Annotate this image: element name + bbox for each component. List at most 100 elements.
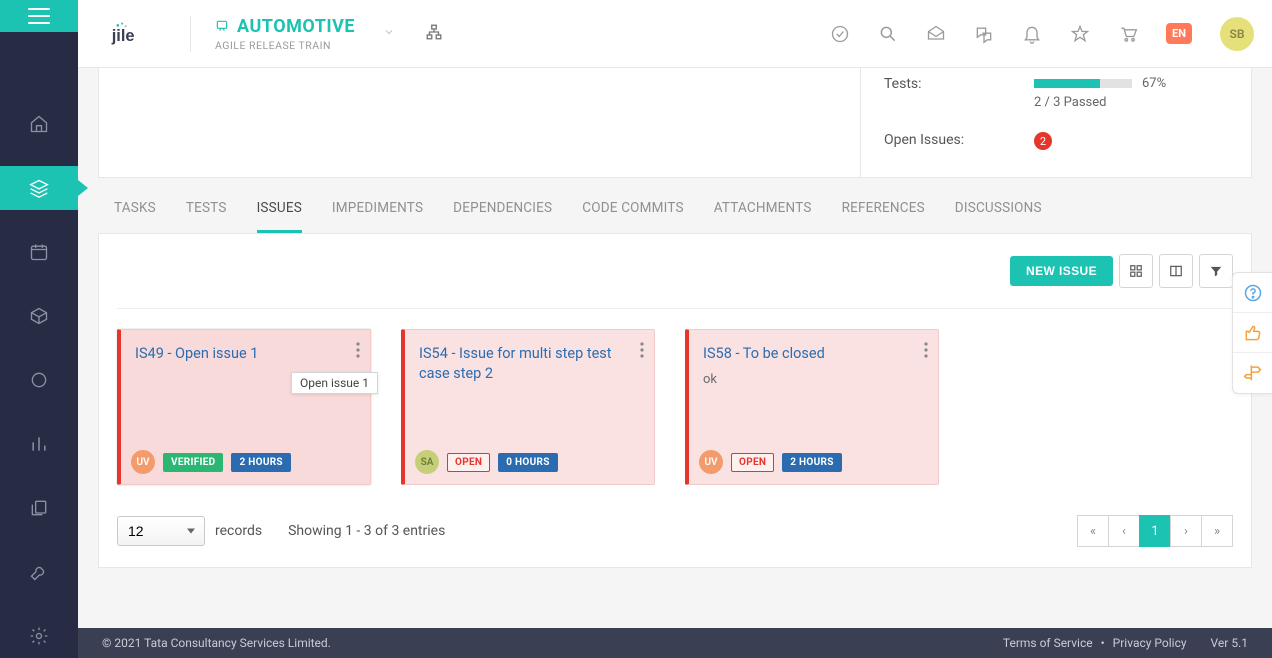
language-switch[interactable]: EN: [1166, 23, 1192, 44]
tab-issues[interactable]: ISSUES: [257, 188, 302, 233]
page-last[interactable]: »: [1201, 515, 1233, 547]
view-columns-button[interactable]: [1159, 254, 1193, 288]
hierarchy-button[interactable]: [425, 23, 443, 45]
main-area: Tests: 67% 2 / 3 Passed Open Issues: 2 T…: [78, 68, 1272, 628]
top-header: jile AUTOMOTIVE AGILE RELEASE TRAIN EN S…: [78, 0, 1272, 68]
open-issues-count: 2: [1034, 132, 1052, 150]
issue-title[interactable]: IS58 - To be closed: [703, 344, 924, 364]
page-first[interactable]: «: [1077, 515, 1109, 547]
help-icon: [1243, 283, 1263, 303]
nav-tools[interactable]: [0, 550, 78, 594]
help-button[interactable]: [1233, 273, 1272, 313]
tab-tasks[interactable]: TASKS: [114, 188, 156, 233]
check-circle-icon: [830, 24, 850, 44]
summary-panel: Tests: 67% 2 / 3 Passed Open Issues: 2: [98, 68, 1252, 178]
layers-icon: [29, 178, 49, 198]
issue-card[interactable]: IS54 - Issue for multi step test case st…: [401, 329, 655, 485]
notifications-button[interactable]: [1022, 24, 1042, 44]
tests-label: Tests:: [884, 76, 1034, 92]
chat-button[interactable]: [974, 24, 994, 44]
page-next[interactable]: ›: [1170, 515, 1202, 547]
nav-analytics[interactable]: [0, 422, 78, 466]
nav-home[interactable]: [0, 102, 78, 146]
floating-actions: [1232, 272, 1272, 394]
grid-icon: [1129, 264, 1143, 278]
assignee-avatar: UV: [131, 450, 155, 474]
card-menu-button[interactable]: [924, 342, 928, 362]
terms-link[interactable]: Terms of Service: [1003, 636, 1093, 650]
tab-dependencies[interactable]: DEPENDENCIES: [453, 188, 552, 233]
tab-attachments[interactable]: ATTACHMENTS: [714, 188, 812, 233]
app-logo[interactable]: jile: [110, 14, 162, 54]
approve-button[interactable]: [830, 24, 850, 44]
like-button[interactable]: [1233, 313, 1272, 353]
home-icon: [29, 114, 49, 134]
tour-button[interactable]: [1233, 353, 1272, 393]
search-button[interactable]: [878, 24, 898, 44]
train-icon: [215, 19, 229, 33]
filter-button[interactable]: [1199, 254, 1233, 288]
filter-icon: [1209, 264, 1223, 278]
issue-cards: IS49 - Open issue 1 Open issue 1 UV VERI…: [117, 329, 1233, 509]
tab-discussions[interactable]: DISCUSSIONS: [955, 188, 1042, 233]
hours-badge: 2 HOURS: [782, 453, 841, 472]
status-badge: OPEN: [731, 453, 774, 472]
chart-icon: [29, 434, 49, 454]
cart-button[interactable]: [1118, 24, 1138, 44]
signpost-icon: [1243, 363, 1263, 383]
cart-icon: [1118, 24, 1138, 44]
nav-box[interactable]: [0, 294, 78, 338]
assignee-avatar: UV: [699, 450, 723, 474]
issue-title[interactable]: IS49 - Open issue 1: [135, 344, 356, 364]
tests-pct: 67%: [1142, 76, 1166, 91]
nav-loop[interactable]: [0, 358, 78, 402]
issue-card[interactable]: IS58 - To be closed ok UV OPEN 2 HOURS: [685, 329, 939, 485]
chevron-down-icon: [383, 26, 395, 42]
panel-toolbar: NEW ISSUE: [117, 254, 1233, 309]
page-prev[interactable]: ‹: [1108, 515, 1140, 547]
nav-backlog[interactable]: [0, 166, 78, 210]
dots-vertical-icon: [924, 342, 928, 358]
star-icon: [1070, 24, 1090, 44]
project-subtitle: AGILE RELEASE TRAIN: [215, 39, 355, 52]
page-size-select[interactable]: 12: [117, 516, 205, 546]
favorites-button[interactable]: [1070, 24, 1090, 44]
project-name-text: AUTOMOTIVE: [237, 16, 355, 37]
issues-panel: NEW ISSUE IS49 - Open issue 1 Open issue…: [98, 233, 1252, 568]
nav-docs[interactable]: [0, 486, 78, 530]
tab-tests[interactable]: TESTS: [186, 188, 227, 233]
bell-icon: [1022, 24, 1042, 44]
tab-impediments[interactable]: IMPEDIMENTS: [332, 188, 423, 233]
user-avatar[interactable]: SB: [1220, 17, 1254, 51]
status-badge: VERIFIED: [163, 453, 223, 472]
sidebar-toggle[interactable]: [0, 0, 78, 32]
open-issues-label: Open Issues:: [884, 132, 1034, 148]
card-menu-button[interactable]: [356, 342, 360, 362]
sidebar: [0, 0, 78, 658]
view-grid-button[interactable]: [1119, 254, 1153, 288]
issue-title[interactable]: IS54 - Issue for multi step test case st…: [419, 344, 640, 383]
issue-card[interactable]: IS49 - Open issue 1 Open issue 1 UV VERI…: [117, 329, 371, 485]
assignee-avatar: SA: [415, 450, 439, 474]
tab-bar: TASKS TESTS ISSUES IMPEDIMENTS DEPENDENC…: [98, 188, 1252, 233]
new-issue-button[interactable]: NEW ISSUE: [1010, 256, 1113, 286]
showing-text: Showing 1 - 3 of 3 entries: [288, 523, 445, 539]
status-badge: OPEN: [447, 453, 490, 472]
copy-icon: [29, 498, 49, 518]
columns-icon: [1169, 264, 1183, 278]
loop-icon: [29, 370, 49, 390]
nav-calendar[interactable]: [0, 230, 78, 274]
nav-settings[interactable]: [0, 614, 78, 658]
header-actions: EN SB: [830, 17, 1254, 51]
tab-code-commits[interactable]: CODE COMMITS: [582, 188, 683, 233]
search-icon: [878, 24, 898, 44]
inbox-button[interactable]: [926, 24, 946, 44]
card-menu-button[interactable]: [640, 342, 644, 362]
dots-vertical-icon: [640, 342, 644, 358]
privacy-link[interactable]: Privacy Policy: [1113, 636, 1187, 650]
project-selector[interactable]: AUTOMOTIVE AGILE RELEASE TRAIN: [190, 16, 415, 52]
hierarchy-icon: [425, 23, 443, 41]
page-number[interactable]: 1: [1139, 515, 1171, 547]
tab-references[interactable]: REFERENCES: [842, 188, 925, 233]
hours-badge: 2 HOURS: [231, 453, 290, 472]
